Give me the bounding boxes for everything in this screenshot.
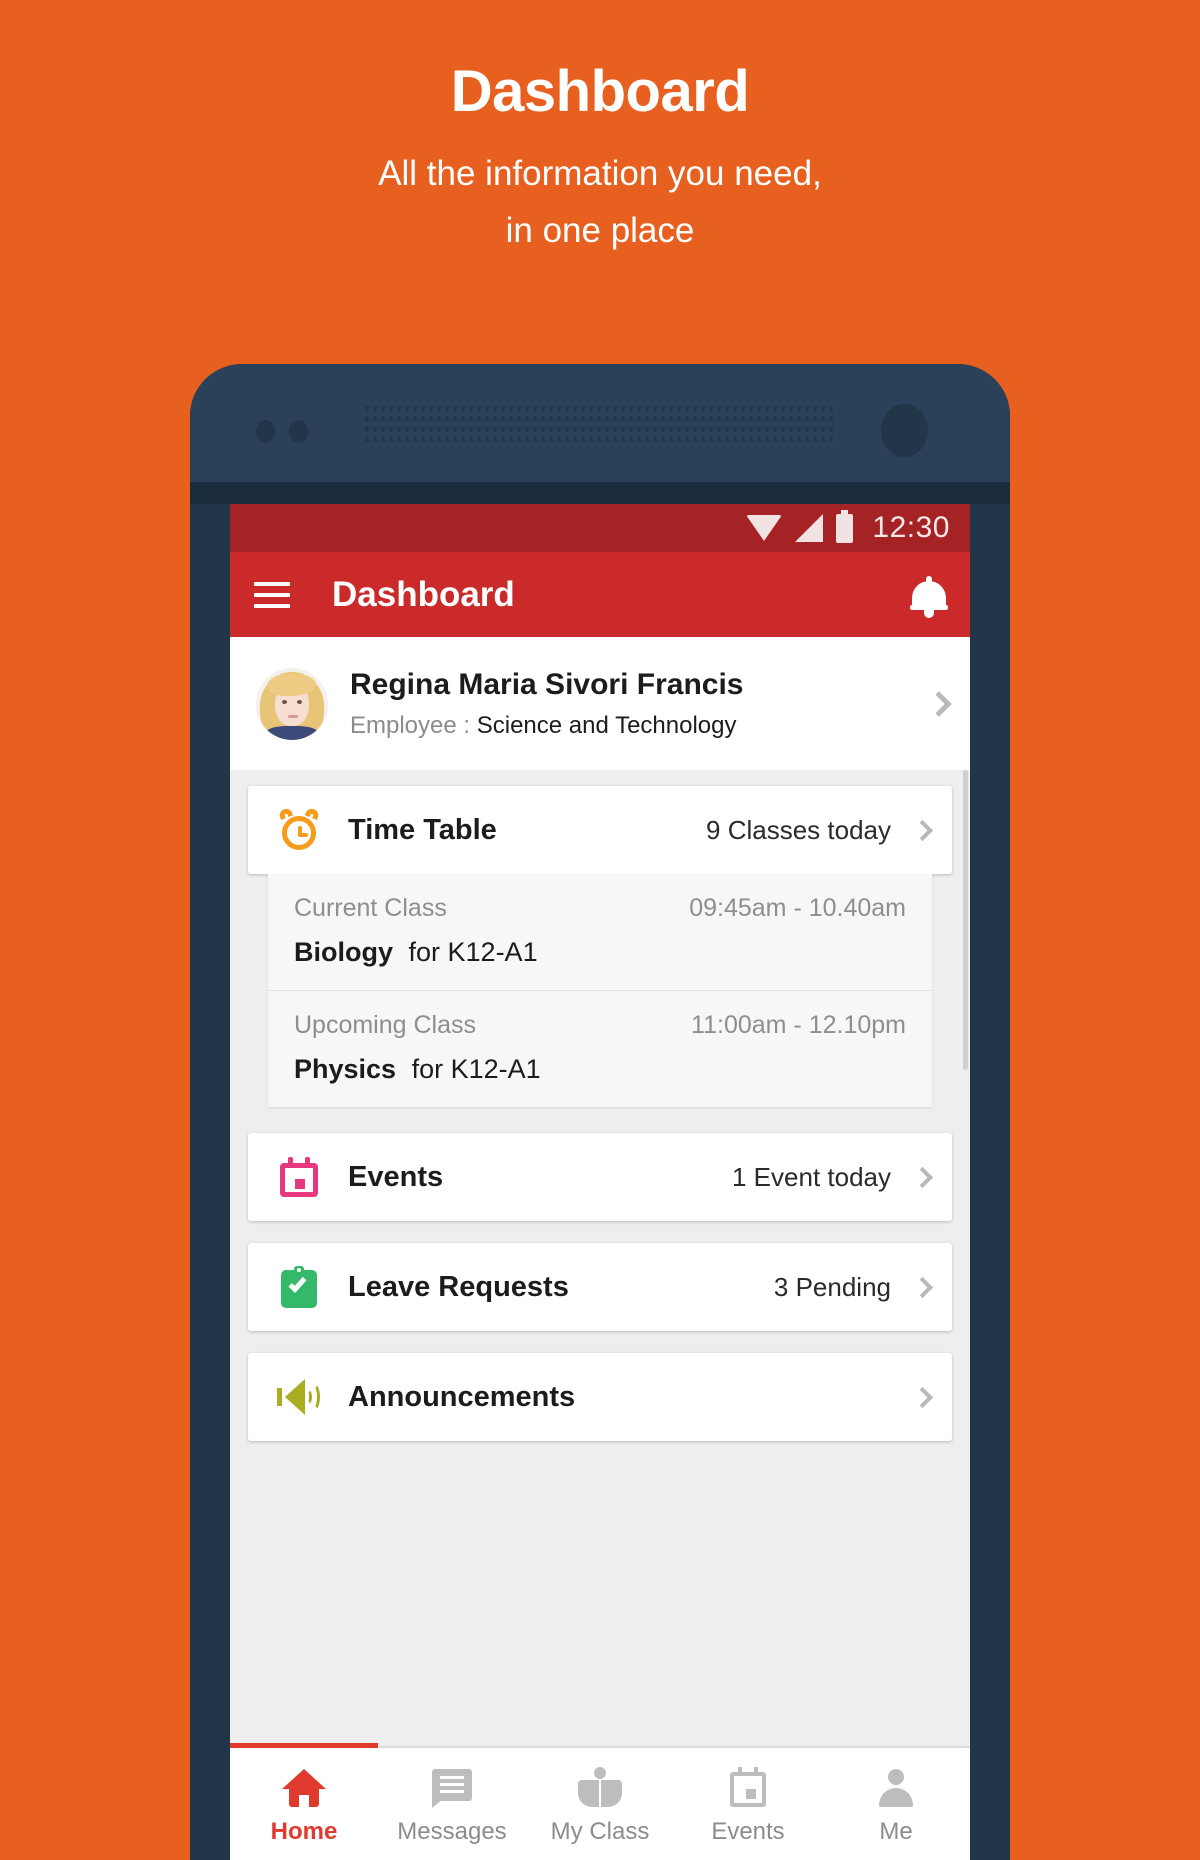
scrollbar[interactable] <box>963 770 968 1070</box>
active-tab-indicator <box>230 1743 378 1748</box>
bottom-navigation-bar: Home Messages My Class Events Me <box>230 1743 970 1860</box>
promo-subtitle-line1: All the information you need, <box>378 153 822 193</box>
megaphone-icon <box>276 1379 322 1415</box>
home-icon <box>282 1767 326 1807</box>
current-class-row[interactable]: Current Class 09:45am - 10.40am Biology … <box>268 874 932 990</box>
bell-icon[interactable] <box>910 575 948 618</box>
profile-role-label: Employee : <box>350 712 471 739</box>
wifi-icon <box>746 515 783 541</box>
card-announcements[interactable]: Announcements <box>248 1353 952 1441</box>
card-meta: 1 Event today <box>732 1161 891 1192</box>
chevron-right-icon[interactable] <box>911 1166 934 1188</box>
nav-label: My Class <box>550 1817 650 1845</box>
status-bar: 12:30 <box>230 504 970 552</box>
app-bar: Dashboard <box>230 552 970 637</box>
card-meta: 3 Pending <box>773 1271 891 1302</box>
nav-label: Events <box>711 1817 785 1845</box>
nav-item-my-class[interactable]: My Class <box>526 1748 674 1860</box>
profile-row[interactable]: Regina Maria Sivori Francis Employee : S… <box>230 637 970 770</box>
calendar-icon <box>730 1766 766 1807</box>
hamburger-menu-icon[interactable] <box>254 575 290 615</box>
chevron-right-icon[interactable] <box>911 1276 934 1298</box>
front-camera-icon <box>881 404 928 457</box>
nav-item-me[interactable]: Me <box>822 1748 970 1860</box>
nav-item-home[interactable]: Home <box>230 1748 378 1860</box>
signal-icon <box>795 514 824 542</box>
avatar <box>256 667 328 740</box>
chevron-right-icon[interactable] <box>911 819 934 841</box>
class-label: Upcoming Class <box>294 1011 477 1039</box>
card-title: Leave Requests <box>348 1270 569 1303</box>
card-leave-requests[interactable]: Leave Requests 3 Pending <box>248 1243 952 1331</box>
promo-title: Dashboard <box>450 59 750 124</box>
class-label: Current Class <box>294 894 447 922</box>
sensor-dots-icon <box>256 420 308 443</box>
dashboard-scroll-area[interactable]: Time Table 9 Classes today Current Class… <box>230 770 970 1804</box>
card-meta: 9 Classes today <box>706 814 891 845</box>
phone-mockup: 12:30 Dashboard Regina Maria Sivori Fran… <box>190 364 1010 1860</box>
profile-name: Regina Maria Sivori Francis <box>350 668 744 701</box>
class-group: for K12-A1 <box>408 937 538 967</box>
phone-screen: 12:30 Dashboard Regina Maria Sivori Fran… <box>230 504 970 1860</box>
earpiece-speaker-grill <box>363 404 833 444</box>
profile-role-value: Science and Technology <box>476 712 737 739</box>
alarm-clock-icon <box>276 806 322 851</box>
phone-bezel-band <box>190 482 1010 504</box>
battery-icon <box>836 509 854 543</box>
card-title: Events <box>348 1160 444 1193</box>
status-bar-clock: 12:30 <box>872 511 950 544</box>
class-subject: Physics <box>294 1054 397 1084</box>
nav-label: Me <box>879 1817 913 1845</box>
clipboard-check-icon <box>276 1266 322 1308</box>
message-icon <box>432 1767 472 1808</box>
nav-item-events[interactable]: Events <box>674 1748 822 1860</box>
phone-top-bezel <box>190 364 1010 482</box>
app-bar-title: Dashboard <box>332 574 515 614</box>
promo-subtitle-line2: in one place <box>505 210 695 250</box>
class-subject: Biology <box>294 937 393 967</box>
profile-role: Employee : Science and Technology <box>350 712 930 740</box>
upcoming-class-row[interactable]: Upcoming Class 11:00am - 12.10pm Physics… <box>268 990 932 1107</box>
nav-item-messages[interactable]: Messages <box>378 1748 526 1860</box>
card-time-table[interactable]: Time Table 9 Classes today <box>248 786 952 874</box>
class-time: 11:00am - 12.10pm <box>691 1011 906 1039</box>
chevron-right-icon[interactable] <box>911 1386 934 1408</box>
person-icon <box>877 1767 915 1807</box>
card-events[interactable]: Events 1 Event today <box>248 1133 952 1221</box>
chevron-right-icon[interactable] <box>926 690 952 717</box>
card-title: Time Table <box>348 813 497 846</box>
nav-label: Home <box>270 1817 338 1845</box>
class-detail-panel: Current Class 09:45am - 10.40am Biology … <box>268 874 932 1107</box>
nav-label: Messages <box>397 1817 507 1845</box>
card-title: Announcements <box>348 1380 576 1413</box>
class-group: for K12-A1 <box>411 1054 541 1084</box>
class-time: 09:45am - 10.40am <box>689 894 906 922</box>
calendar-icon <box>276 1157 322 1197</box>
promo-header: Dashboard All the information you need, … <box>0 0 1200 256</box>
book-icon <box>578 1766 622 1807</box>
